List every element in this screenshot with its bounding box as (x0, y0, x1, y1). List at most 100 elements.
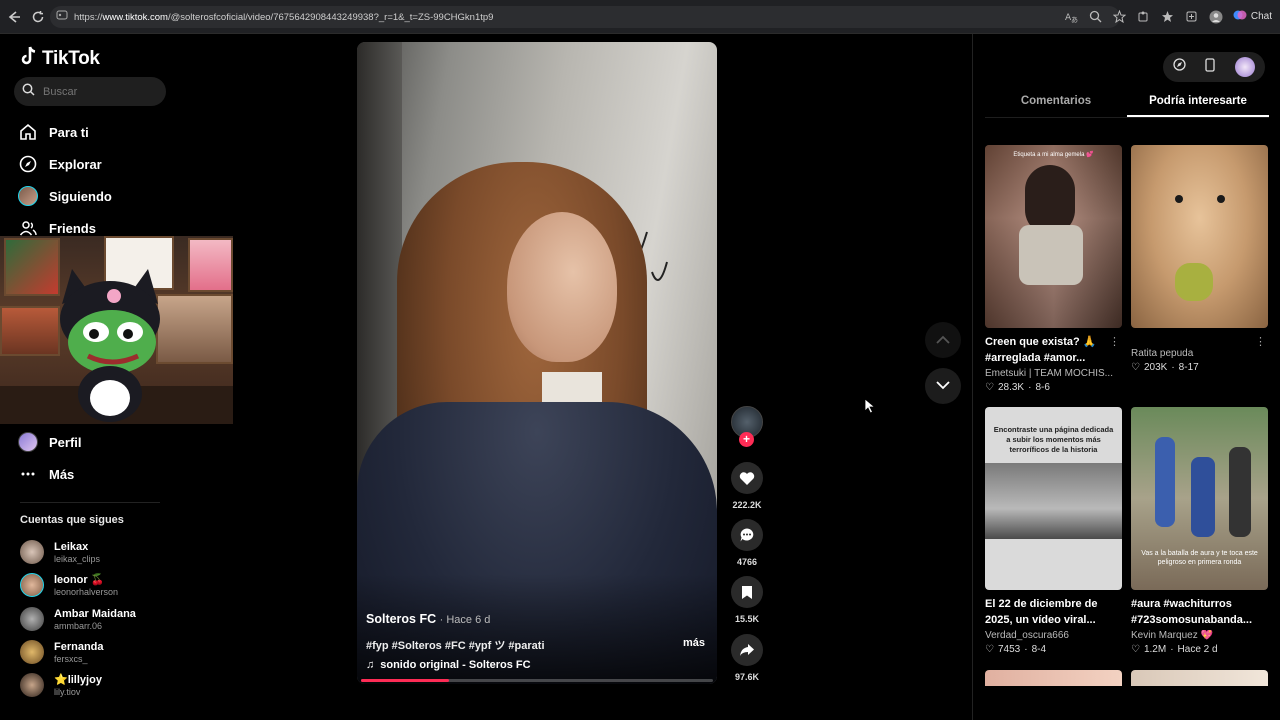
address-bar[interactable]: https://www.tiktok.com/@solterosfcoficia… (50, 6, 1120, 28)
url-text: https://www.tiktok.com/@solterosfcoficia… (74, 11, 494, 23)
search-box[interactable] (14, 77, 166, 106)
share-icon (731, 634, 763, 666)
recommended-video-card[interactable]: Etiqueta a mi alma gemela 💕 ⋮ Creen que … (985, 145, 1122, 393)
share-button[interactable]: 97.6K (729, 634, 765, 682)
chevron-up-icon (936, 331, 950, 349)
device-icon[interactable] (1205, 57, 1216, 77)
video-thumbnail[interactable] (985, 670, 1122, 686)
next-video-button[interactable] (925, 368, 961, 404)
video-author[interactable]: Solteros FC · Hace 6 d (366, 612, 490, 626)
more-icon (18, 464, 38, 484)
avatar (20, 673, 44, 697)
friends-icon (18, 218, 38, 238)
thumbnail-sweater (1019, 225, 1083, 285)
following-item[interactable]: Fernanda fersxcs_ (20, 640, 104, 664)
comment-button[interactable]: 4766 (729, 519, 765, 567)
compass-icon (18, 154, 38, 174)
music-note-icon: ♫ (366, 659, 375, 671)
recommended-video-card[interactable]: Vas a la batalla de aura y te toca este … (1131, 407, 1268, 655)
video-subject-face (507, 212, 617, 362)
site-info-icon[interactable] (56, 8, 68, 26)
search-icon (22, 83, 35, 101)
video-progress-bar[interactable] (361, 679, 713, 682)
nav-para-ti[interactable]: Para ti (18, 122, 89, 142)
creator-avatar-button[interactable]: + (729, 406, 765, 447)
thumbnail-person (1229, 447, 1251, 537)
avatar (20, 573, 44, 597)
avatar[interactable] (1235, 57, 1256, 77)
heart-icon (731, 462, 763, 494)
explore-icon[interactable] (1173, 58, 1186, 76)
recommended-video-card[interactable]: Encontraste una página dedicada a subir … (985, 407, 1122, 655)
tiktok-logo[interactable]: TikTok (20, 46, 100, 71)
copilot-icon (1233, 8, 1247, 25)
right-panel: Comentarios Podría interesarte Etiqueta … (972, 34, 1280, 720)
recommended-video-card[interactable]: ⋮ Ratita pepuda ♡ 203K · 8-17 (1131, 145, 1268, 373)
tab-podria-interesarte[interactable]: Podría interesarte (1127, 92, 1269, 117)
star-icon[interactable] (1113, 10, 1127, 24)
panel-tabs: Comentarios Podría interesarte (985, 92, 1269, 118)
video-thumbnail[interactable]: Encontraste una página dedicada a subir … (985, 407, 1122, 590)
thumbnail-person (1191, 457, 1215, 537)
save-button[interactable]: 15.5K (729, 576, 765, 624)
more-options-icon[interactable]: ⋮ (1255, 335, 1266, 348)
following-item[interactable]: Ambar Maidana ammbarr.06 (20, 607, 136, 631)
more-options-icon[interactable]: ⋮ (1109, 335, 1120, 348)
video-thumbnail[interactable] (1131, 145, 1268, 328)
following-item[interactable]: ⭐lillyjoy lily.tiov (20, 673, 102, 697)
nav-perfil[interactable]: Perfil (18, 432, 82, 452)
stream-webcam-overlay (0, 236, 233, 424)
browser-toolbar: https://www.tiktok.com/@solterosfcoficia… (0, 0, 1280, 34)
avatar (20, 607, 44, 631)
pepe-kuromi-avatar (60, 269, 160, 422)
following-item[interactable]: leonor 🍒 leonorhalverson (20, 573, 118, 597)
previous-video-button[interactable] (925, 322, 961, 358)
profile-avatar-icon[interactable] (1209, 10, 1223, 24)
avatar (18, 432, 38, 452)
thumbnail-eye (1175, 195, 1183, 203)
home-icon (18, 122, 38, 142)
avatar (20, 640, 44, 664)
bookmark-icon (731, 576, 763, 608)
tab-comentarios[interactable]: Comentarios (985, 92, 1127, 117)
nav-mas[interactable]: Más (18, 464, 74, 484)
mouse-cursor-icon (864, 398, 876, 414)
more-link[interactable]: más (683, 637, 705, 649)
translate-icon[interactable]: Aあ (1065, 10, 1079, 24)
video-thumbnail[interactable] (1131, 670, 1268, 686)
heart-outline-icon: ♡ (985, 644, 994, 655)
video-thumbnail[interactable]: Vas a la batalla de aura y te toca este … (1131, 407, 1268, 590)
nav-friends[interactable]: Friends (18, 218, 96, 238)
search-input[interactable] (43, 85, 153, 98)
poster-frame (188, 238, 233, 292)
chevron-down-icon (936, 377, 950, 395)
heart-outline-icon: ♡ (985, 382, 994, 393)
favorites-icon[interactable] (1161, 10, 1175, 24)
reload-icon[interactable] (26, 5, 50, 29)
video-progress-fill (361, 679, 449, 682)
thumbnail-person (1155, 437, 1175, 527)
video-thumbnail[interactable]: Etiqueta a mi alma gemela 💕 (985, 145, 1122, 328)
like-button[interactable]: 222.2K (729, 462, 765, 510)
divider (20, 502, 160, 503)
svg-text:あ: あ (1071, 16, 1078, 23)
zoom-icon[interactable] (1089, 10, 1103, 24)
thumbnail-snow-scene (985, 463, 1122, 539)
copilot-chat-button[interactable]: Chat (1233, 8, 1272, 25)
tiktok-note-icon (20, 46, 38, 71)
extensions-icon[interactable] (1137, 10, 1151, 24)
thumbnail-food (1175, 263, 1213, 301)
nav-siguiendo[interactable]: Siguiendo (18, 186, 112, 206)
thumbnail-eye (1217, 195, 1225, 203)
avatar (20, 540, 44, 564)
video-hashtags[interactable]: #fyp #Solteros #FC #ypf ツ #parati (366, 637, 545, 653)
collections-icon[interactable] (1185, 10, 1199, 24)
top-icon-group (1163, 52, 1265, 82)
video-player[interactable]: Solteros FC · Hace 6 d #fyp #Solteros #F… (357, 42, 717, 684)
follow-plus-icon[interactable]: + (739, 432, 754, 447)
video-sound[interactable]: ♫ sonido original - Solteros FC (366, 659, 531, 671)
nav-explorar[interactable]: Explorar (18, 154, 102, 174)
avatar (18, 186, 38, 206)
back-icon[interactable] (2, 5, 26, 29)
following-item[interactable]: Leikax leikax_clips (20, 540, 100, 564)
